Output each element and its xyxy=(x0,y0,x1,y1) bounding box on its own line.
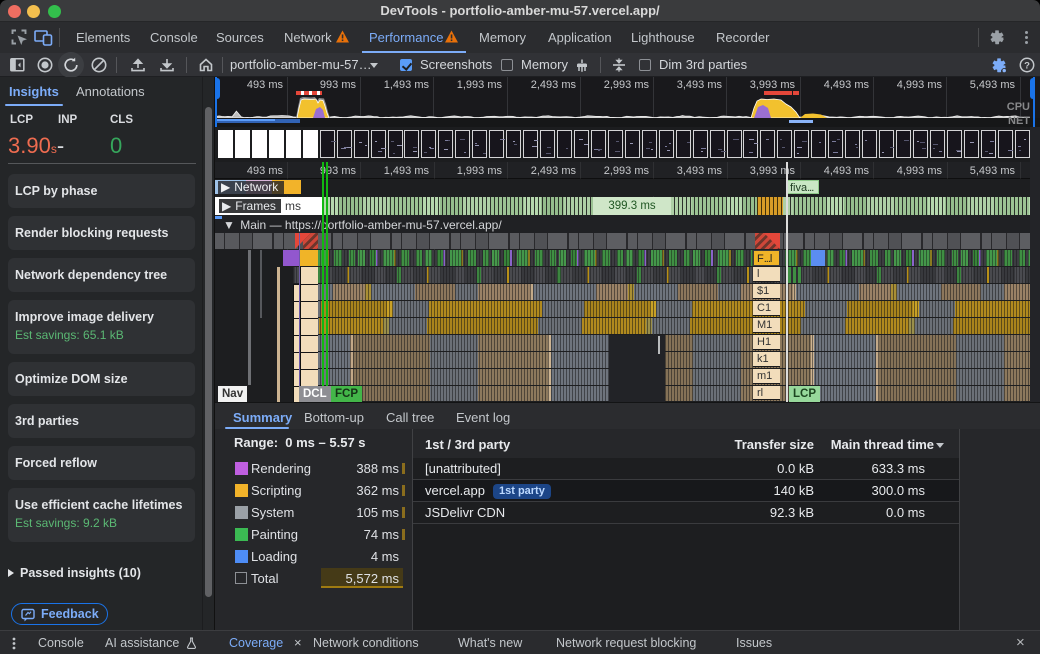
svg-text:?: ? xyxy=(1024,60,1030,71)
